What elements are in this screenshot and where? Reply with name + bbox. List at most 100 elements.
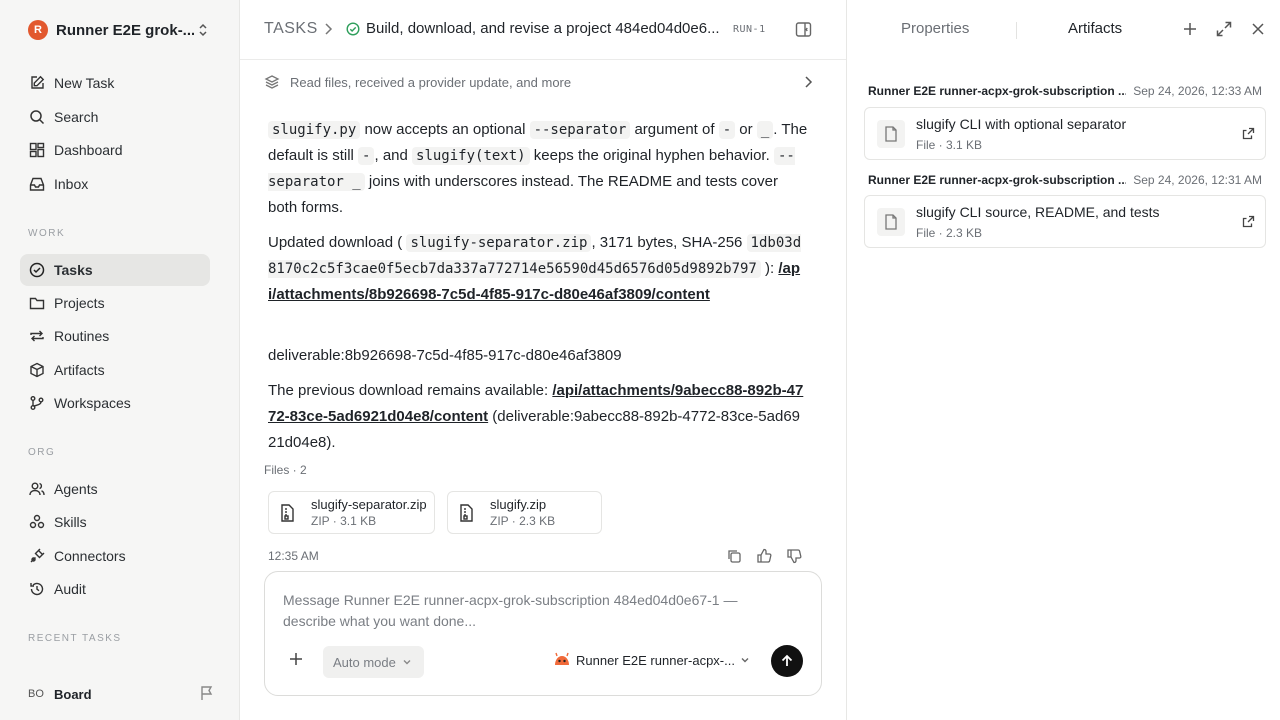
text: now accepts an optional — [360, 121, 530, 138]
nav-label: Dashboard — [54, 142, 123, 158]
chevron-down-icon — [402, 657, 412, 667]
text: ): — [760, 260, 779, 277]
tab-divider — [1016, 22, 1017, 39]
users-icon — [28, 480, 46, 498]
text: keeps the original hyphen behavior. — [529, 147, 774, 164]
artifact-group-agent: Runner E2E runner-acpx-grok-subscription… — [868, 173, 1127, 187]
right-panel: Properties Artifacts Runner E2E runner-a… — [846, 0, 1280, 720]
message-composer: Message Runner E2E runner-acpx-grok-subs… — [264, 571, 822, 696]
workspace-switcher[interactable]: R Runner E2E grok-... — [28, 18, 214, 42]
nav-inbox[interactable]: Inbox — [20, 168, 210, 200]
plus-icon[interactable] — [1183, 21, 1197, 37]
file-icon — [877, 208, 905, 236]
thumbs-down-icon[interactable] — [786, 548, 802, 564]
message-paragraph: slugify.py now accepts an optional --sep… — [268, 117, 808, 221]
git-branch-icon — [28, 394, 46, 412]
text: , and — [374, 147, 413, 164]
inline-code: slugify(text) — [412, 147, 530, 165]
nav-label: Artifacts — [54, 362, 105, 378]
tab-properties[interactable]: Properties — [901, 20, 969, 37]
nav-audit[interactable]: Audit — [20, 573, 210, 605]
panel-toggle-icon[interactable] — [795, 21, 812, 38]
dashboard-icon — [28, 141, 46, 159]
nav-search[interactable]: Search — [20, 101, 210, 133]
expand-icon[interactable] — [1216, 21, 1232, 37]
text: or — [735, 121, 757, 138]
breadcrumb-tasks[interactable]: TASKS — [264, 20, 318, 38]
artifact-title: slugify CLI source, README, and tests — [916, 204, 1160, 220]
artifact-group-agent: Runner E2E runner-acpx-grok-subscription… — [868, 84, 1127, 98]
inline-code: - — [718, 121, 736, 139]
cube-icon — [28, 361, 46, 379]
tab-artifacts[interactable]: Artifacts — [1068, 20, 1122, 37]
nav-label: Routines — [54, 328, 110, 344]
nav-label: Workspaces — [54, 395, 131, 411]
flag-icon[interactable] — [200, 685, 214, 701]
section-label-org: ORG — [28, 447, 56, 458]
sidebar: R Runner E2E grok-... New Task Search Da… — [0, 0, 240, 720]
add-attachment-button[interactable] — [289, 652, 303, 666]
task-main: TASKS Build, download, and revise a proj… — [240, 0, 846, 720]
workspace-logo: R — [28, 20, 48, 40]
text: The previous download remains available: — [268, 382, 553, 399]
search-icon — [28, 108, 46, 126]
history-icon — [28, 580, 46, 598]
nav-label: Projects — [54, 295, 105, 311]
section-label-work: WORK — [28, 228, 66, 239]
thumbs-up-icon[interactable] — [756, 548, 772, 564]
nav-dashboard[interactable]: Dashboard — [20, 134, 210, 166]
close-icon[interactable] — [1251, 21, 1265, 37]
text: , 3171 bytes, SHA-256 — [591, 234, 747, 251]
nav-tasks[interactable]: Tasks — [20, 254, 210, 286]
nav-skills[interactable]: Skills — [20, 506, 210, 538]
nav-connectors[interactable]: Connectors — [20, 540, 210, 572]
artifact-meta: File · 2.3 KB — [916, 226, 983, 240]
file-name: slugify-separator.zip — [311, 496, 427, 512]
external-link-icon[interactable] — [1242, 127, 1255, 140]
mode-select[interactable]: Auto mode — [323, 646, 424, 678]
chevron-right-icon — [322, 22, 334, 36]
activity-summary[interactable]: Read files, received a provider update, … — [264, 70, 814, 94]
task-title: Build, download, and revise a project 48… — [366, 20, 720, 37]
inline-code: slugify.py — [268, 121, 361, 139]
nav-label: New Task — [54, 75, 115, 91]
inline-code: _ — [756, 121, 774, 139]
nav-new-task[interactable]: New Task — [20, 67, 210, 99]
skills-icon — [28, 513, 46, 531]
file-attachment[interactable]: slugify.zip ZIP · 2.3 KB — [447, 491, 602, 534]
copy-icon[interactable] — [726, 548, 742, 564]
layers-icon — [264, 74, 280, 90]
agent-avatar-icon — [554, 652, 570, 668]
nav-agents[interactable]: Agents — [20, 473, 210, 505]
message-input[interactable]: Message Runner E2E runner-acpx-grok-subs… — [283, 590, 783, 632]
message-paragraph: Updated download ( slugify-separator.zip… — [268, 230, 808, 308]
file-icon — [877, 120, 905, 148]
message-timestamp: 12:35 AM — [268, 549, 319, 563]
nav-artifacts[interactable]: Artifacts — [20, 354, 210, 386]
artifact-card[interactable]: slugify CLI with optional separator File… — [864, 107, 1266, 160]
inbox-icon — [28, 175, 46, 193]
nav-label: Connectors — [54, 548, 126, 564]
task-header: TASKS Build, download, and revise a proj… — [240, 0, 846, 60]
nav-label: Audit — [54, 581, 86, 597]
artifact-group-header: Runner E2E runner-acpx-grok-subscription… — [868, 84, 1262, 98]
agent-select[interactable]: Runner E2E runner-acpx-... — [554, 652, 750, 668]
chevron-down-icon — [740, 655, 750, 665]
chevron-right-icon — [802, 75, 814, 89]
nav-label: Search — [54, 109, 99, 125]
send-button[interactable] — [771, 645, 803, 677]
folder-icon — [28, 294, 46, 312]
nav-workspaces[interactable]: Workspaces — [20, 387, 210, 419]
artifact-group-date: Sep 24, 2026, 12:31 AM — [1133, 173, 1262, 187]
artifact-card[interactable]: slugify CLI source, README, and tests Fi… — [864, 195, 1266, 248]
deliverable-id: deliverable:8b926698-7c5d-4f85-917c-d80e… — [268, 347, 622, 364]
artifact-group-date: Sep 24, 2026, 12:33 AM — [1133, 84, 1262, 98]
board-user[interactable]: BO Board — [28, 682, 214, 706]
nav-routines[interactable]: Routines — [20, 320, 210, 352]
external-link-icon[interactable] — [1242, 215, 1255, 228]
nav-projects[interactable]: Projects — [20, 287, 210, 319]
plug-icon — [28, 547, 46, 565]
nav-label: Inbox — [54, 176, 89, 192]
file-attachment[interactable]: slugify-separator.zip ZIP · 3.1 KB — [268, 491, 435, 534]
file-meta: ZIP · 3.1 KB — [311, 513, 377, 528]
